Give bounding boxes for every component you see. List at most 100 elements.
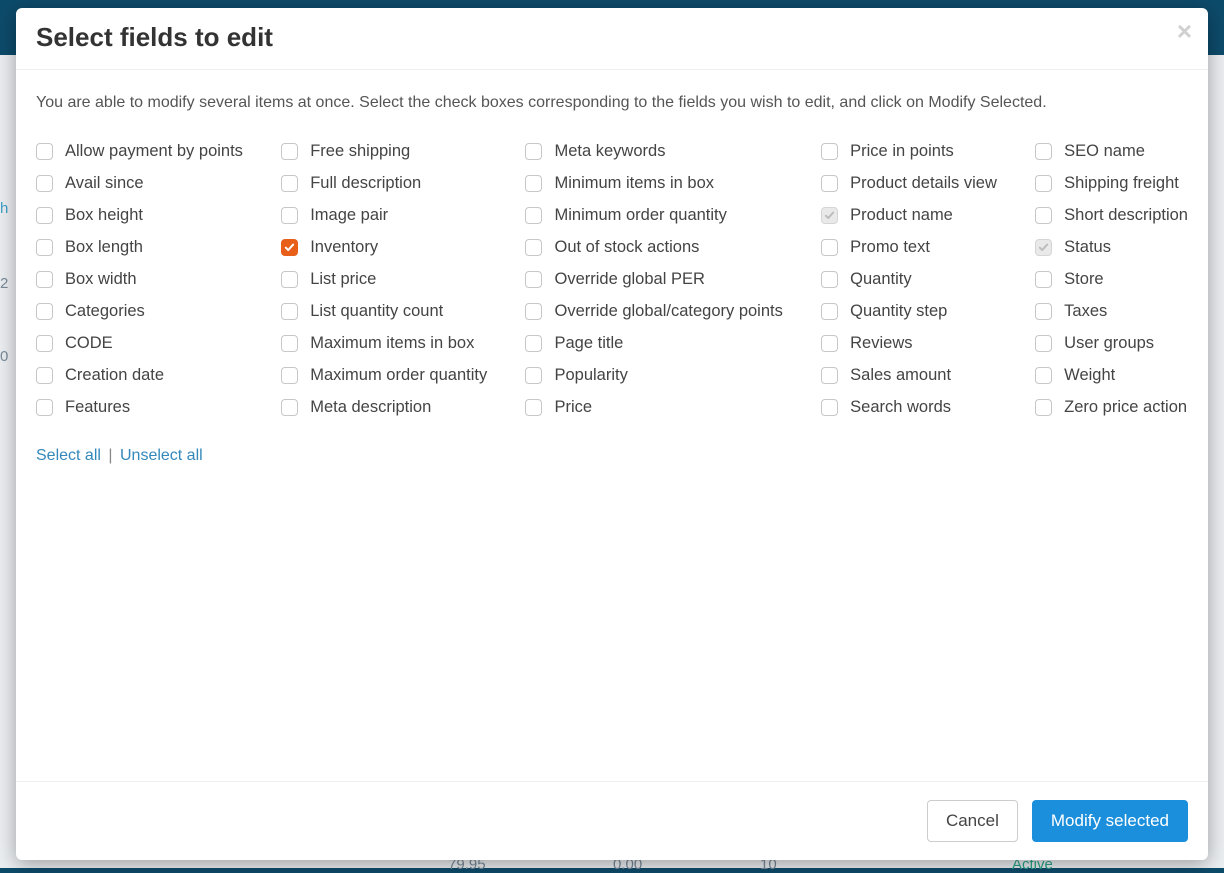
checkbox[interactable]	[1035, 143, 1052, 160]
field-option[interactable]: Zero price action	[1035, 398, 1188, 417]
field-option[interactable]: Meta keywords	[525, 142, 782, 161]
checkbox[interactable]	[821, 239, 838, 256]
field-option[interactable]: Weight	[1035, 366, 1188, 385]
checkbox[interactable]	[821, 143, 838, 160]
checkbox[interactable]	[36, 335, 53, 352]
field-option[interactable]: Reviews	[821, 334, 997, 353]
unselect-all-link[interactable]: Unselect all	[120, 447, 203, 464]
checkbox[interactable]	[1035, 303, 1052, 320]
checkbox[interactable]	[525, 207, 542, 224]
checkbox[interactable]	[281, 303, 298, 320]
close-icon[interactable]: ×	[1177, 18, 1192, 44]
modify-selected-button[interactable]: Modify selected	[1032, 800, 1188, 842]
field-option[interactable]: Out of stock actions	[525, 238, 782, 257]
field-option[interactable]: Allow payment by points	[36, 142, 243, 161]
field-label: Maximum items in box	[310, 334, 474, 353]
field-option[interactable]: Status	[1035, 238, 1188, 257]
checkbox[interactable]	[1035, 175, 1052, 192]
checkbox[interactable]	[36, 143, 53, 160]
checkbox[interactable]	[525, 399, 542, 416]
checkbox[interactable]	[281, 399, 298, 416]
field-option[interactable]: Maximum order quantity	[281, 366, 487, 385]
checkbox[interactable]	[281, 143, 298, 160]
checkbox[interactable]	[821, 303, 838, 320]
checkbox[interactable]	[281, 335, 298, 352]
field-option[interactable]: List quantity count	[281, 302, 487, 321]
field-option[interactable]: Override global/category points	[525, 302, 782, 321]
checkbox[interactable]	[36, 303, 53, 320]
field-option[interactable]: Sales amount	[821, 366, 997, 385]
checkbox[interactable]	[36, 239, 53, 256]
field-label: Store	[1064, 270, 1103, 289]
checkbox[interactable]	[281, 367, 298, 384]
checkbox[interactable]	[1035, 335, 1052, 352]
checkbox[interactable]	[525, 367, 542, 384]
field-option[interactable]: Full description	[281, 174, 487, 193]
field-option[interactable]: Creation date	[36, 366, 243, 385]
field-label: Box width	[65, 270, 137, 289]
checkbox[interactable]	[281, 271, 298, 288]
field-option[interactable]: Override global PER	[525, 270, 782, 289]
checkbox[interactable]	[525, 239, 542, 256]
checkbox[interactable]	[281, 207, 298, 224]
checkbox[interactable]	[36, 207, 53, 224]
field-option[interactable]: Quantity	[821, 270, 997, 289]
checkbox[interactable]	[1035, 399, 1052, 416]
field-option[interactable]: Price in points	[821, 142, 997, 161]
checkbox[interactable]	[36, 271, 53, 288]
field-option[interactable]: Box width	[36, 270, 243, 289]
checkbox[interactable]	[821, 367, 838, 384]
field-option[interactable]: CODE	[36, 334, 243, 353]
field-option[interactable]: Product name	[821, 206, 997, 225]
checkbox[interactable]	[281, 175, 298, 192]
field-option[interactable]: Maximum items in box	[281, 334, 487, 353]
field-label: List quantity count	[310, 302, 443, 321]
checkbox[interactable]	[525, 271, 542, 288]
checkbox[interactable]	[821, 399, 838, 416]
checkbox[interactable]	[821, 175, 838, 192]
field-option[interactable]: Box length	[36, 238, 243, 257]
field-option[interactable]: SEO name	[1035, 142, 1188, 161]
field-option[interactable]: Shipping freight	[1035, 174, 1188, 193]
field-option[interactable]: List price	[281, 270, 487, 289]
checkbox[interactable]	[1035, 367, 1052, 384]
field-option[interactable]: Meta description	[281, 398, 487, 417]
checkbox[interactable]	[36, 175, 53, 192]
checkbox[interactable]	[525, 335, 542, 352]
field-option[interactable]: Avail since	[36, 174, 243, 193]
fields-grid: Allow payment by points Avail since Box he…	[36, 142, 1188, 417]
field-option[interactable]: Store	[1035, 270, 1188, 289]
field-option[interactable]: Search words	[821, 398, 997, 417]
field-option[interactable]: Popularity	[525, 366, 782, 385]
field-option[interactable]: Promo text	[821, 238, 997, 257]
checkbox[interactable]	[525, 303, 542, 320]
field-option[interactable]: Box height	[36, 206, 243, 225]
checkbox[interactable]	[525, 175, 542, 192]
select-all-link[interactable]: Select all	[36, 447, 101, 464]
field-option[interactable]: Image pair	[281, 206, 487, 225]
field-option[interactable]: Free shipping	[281, 142, 487, 161]
field-option[interactable]: User groups	[1035, 334, 1188, 353]
field-option[interactable]: Product details view	[821, 174, 997, 193]
field-option[interactable]: Taxes	[1035, 302, 1188, 321]
checkbox[interactable]	[821, 271, 838, 288]
field-option[interactable]: Categories	[36, 302, 243, 321]
checkbox[interactable]	[36, 367, 53, 384]
field-option[interactable]: Price	[525, 398, 782, 417]
checkbox[interactable]	[1035, 271, 1052, 288]
field-option[interactable]: Page title	[525, 334, 782, 353]
field-label: Full description	[310, 174, 421, 193]
field-option[interactable]: Quantity step	[821, 302, 997, 321]
cancel-button[interactable]: Cancel	[927, 800, 1018, 842]
field-option[interactable]: Minimum order quantity	[525, 206, 782, 225]
checkbox[interactable]	[821, 335, 838, 352]
checkbox[interactable]	[281, 239, 298, 256]
checkbox[interactable]	[36, 399, 53, 416]
field-option[interactable]: Inventory	[281, 238, 487, 257]
checkbox[interactable]	[525, 143, 542, 160]
field-option[interactable]: Short description	[1035, 206, 1188, 225]
field-option[interactable]: Minimum items in box	[525, 174, 782, 193]
field-label: Popularity	[554, 366, 627, 385]
field-option[interactable]: Features	[36, 398, 243, 417]
checkbox[interactable]	[1035, 207, 1052, 224]
